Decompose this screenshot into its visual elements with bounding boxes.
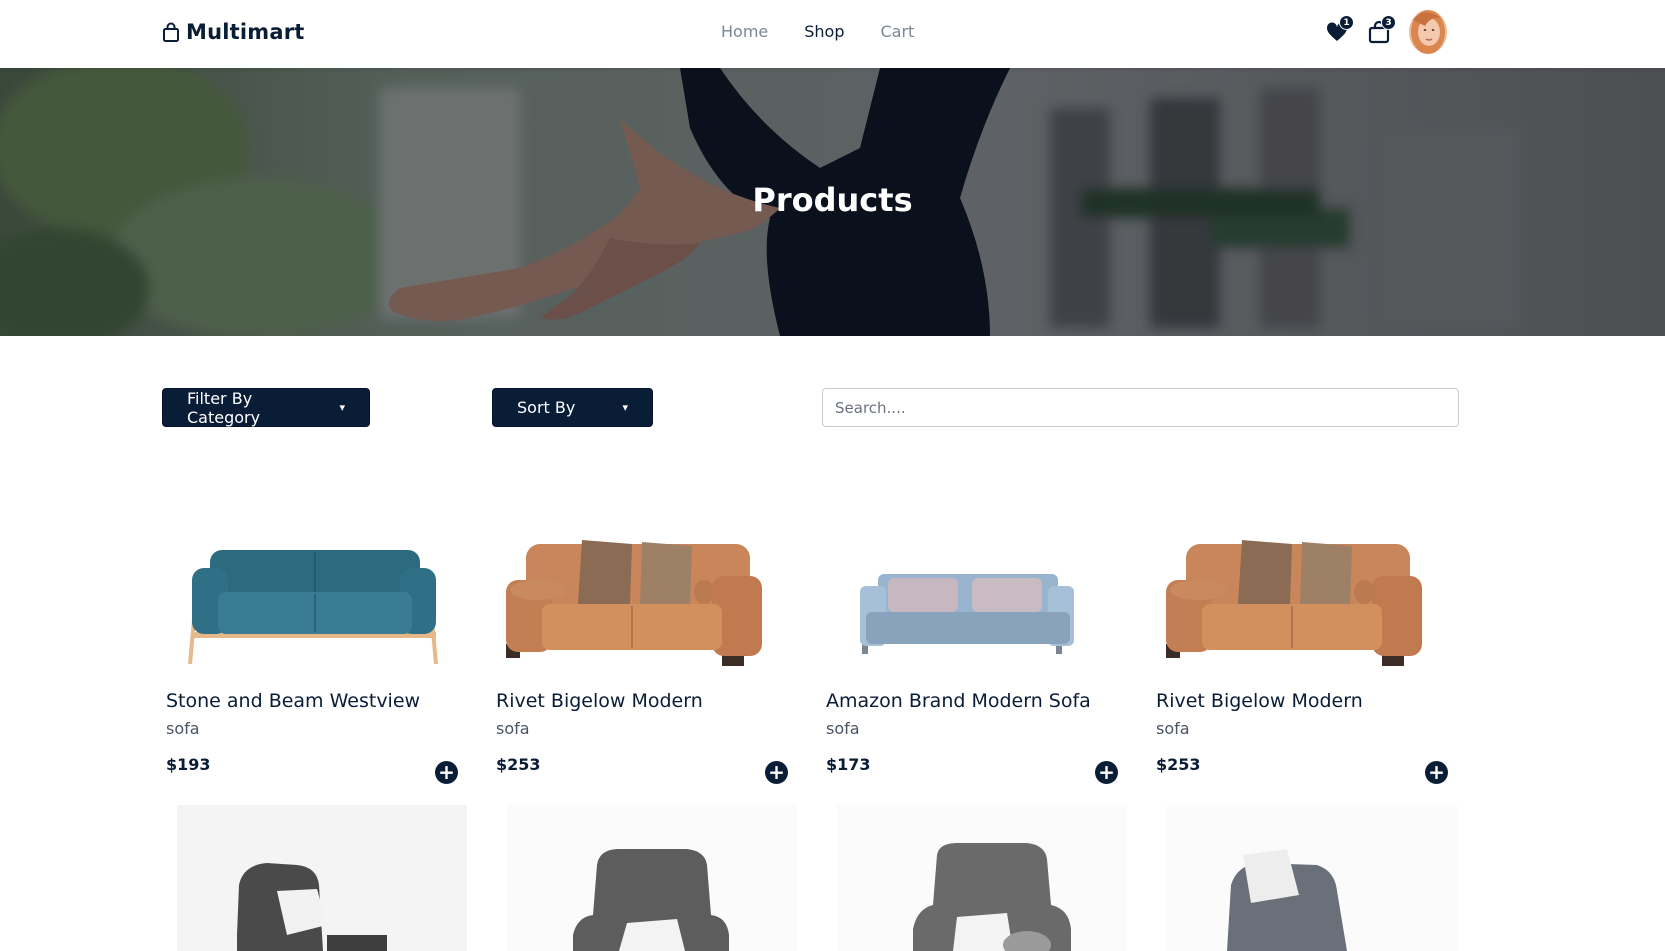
- search-input[interactable]: Search....: [822, 388, 1459, 427]
- header-icons: 1 3: [1325, 10, 1447, 54]
- product-name[interactable]: Amazon Brand Modern Sofa: [826, 690, 1091, 712]
- filter-category-select[interactable]: Filter By Category ▾: [162, 388, 370, 427]
- add-to-cart-button[interactable]: +: [1425, 761, 1448, 784]
- search-placeholder: Search....: [835, 398, 906, 417]
- user-avatar[interactable]: [1409, 10, 1447, 54]
- brand-name: Multimart: [186, 20, 305, 44]
- product-image[interactable]: [492, 520, 772, 670]
- product-price: $173: [826, 755, 871, 774]
- brand-logo[interactable]: Multimart: [162, 20, 305, 44]
- cart-button[interactable]: 3: [1367, 15, 1396, 44]
- product-card[interactable]: Stone and Beam Westview sofa $193 +: [162, 520, 462, 784]
- hero-banner: Products: [0, 68, 1665, 336]
- chevron-down-icon: ▾: [622, 401, 628, 414]
- product-card[interactable]: Rivet Bigelow Modern sofa $253 +: [1152, 520, 1452, 784]
- favorites-button[interactable]: 1: [1325, 15, 1354, 44]
- chevron-down-icon: ▾: [339, 401, 345, 414]
- product-price: $253: [1156, 755, 1201, 774]
- filter-category-label: Filter By Category: [187, 388, 261, 427]
- page-title: Products: [752, 181, 913, 219]
- main-nav: Home Shop Cart: [721, 22, 914, 41]
- product-image[interactable]: [822, 520, 1102, 670]
- product-price: $193: [166, 755, 211, 774]
- product-category: sofa: [166, 719, 200, 738]
- product-category: sofa: [1156, 719, 1190, 738]
- product-controls: Filter By Category ▾ Sort By ▾ Search...…: [162, 388, 1459, 428]
- add-to-cart-button[interactable]: +: [1095, 761, 1118, 784]
- product-price: $253: [496, 755, 541, 774]
- product-name[interactable]: Rivet Bigelow Modern: [1156, 690, 1363, 712]
- product-card[interactable]: Rivet Bigelow Modern sofa $253 +: [492, 520, 792, 784]
- product-image[interactable]: [1167, 805, 1457, 951]
- add-to-cart-button[interactable]: +: [435, 761, 458, 784]
- site-header: Multimart Home Shop Cart 1 3: [0, 0, 1665, 68]
- product-image[interactable]: [837, 805, 1127, 951]
- product-name[interactable]: Stone and Beam Westview: [166, 690, 420, 712]
- nav-shop[interactable]: Shop: [804, 22, 844, 41]
- product-category: sofa: [496, 719, 530, 738]
- add-to-cart-button[interactable]: +: [765, 761, 788, 784]
- product-category: sofa: [826, 719, 860, 738]
- sort-by-label: Sort By: [517, 398, 576, 417]
- product-name[interactable]: Rivet Bigelow Modern: [496, 690, 703, 712]
- product-grid-row-2: [162, 805, 1462, 951]
- product-image[interactable]: [162, 520, 442, 670]
- product-image[interactable]: [507, 805, 797, 951]
- product-image[interactable]: [1152, 520, 1432, 670]
- nav-cart[interactable]: Cart: [881, 22, 915, 41]
- product-image[interactable]: [177, 805, 467, 951]
- favorites-count-badge: 1: [1339, 15, 1354, 30]
- product-card[interactable]: Amazon Brand Modern Sofa sofa $173 +: [822, 520, 1122, 784]
- nav-home[interactable]: Home: [721, 22, 768, 41]
- sort-by-select[interactable]: Sort By ▾: [492, 388, 653, 427]
- cart-count-badge: 3: [1381, 15, 1396, 30]
- shopping-bag-icon: [163, 22, 179, 42]
